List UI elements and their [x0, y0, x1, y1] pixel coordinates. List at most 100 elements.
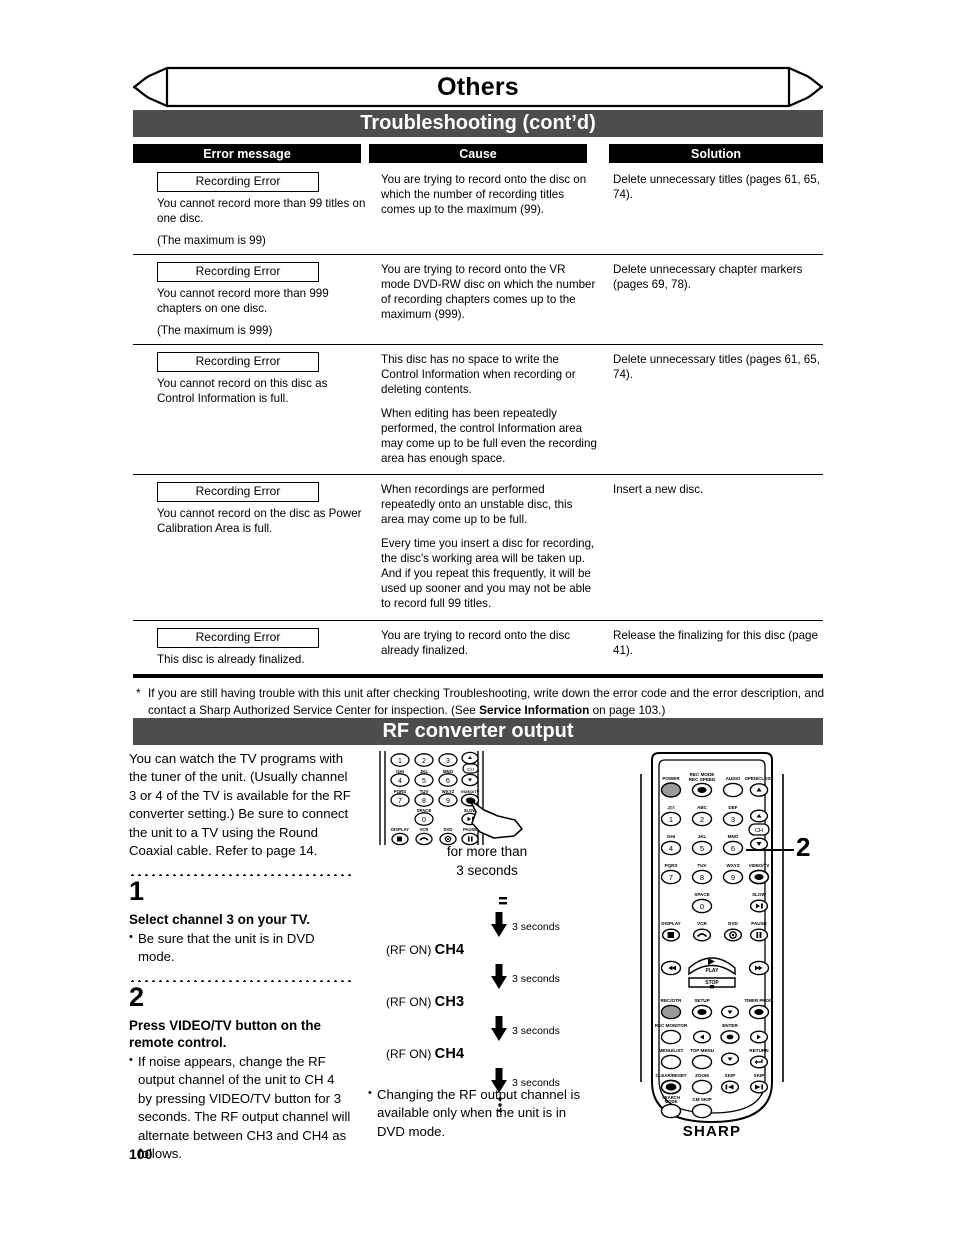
cell-solution: Release the finalizing for this disc (pa… — [613, 628, 825, 658]
cell-error-message: Recording Error You cannot record on this… — [157, 352, 367, 406]
column-header-solution: Solution — [609, 144, 823, 163]
svg-text:VIDEO/TV: VIDEO/TV — [461, 789, 480, 794]
error-message-box: Recording Error — [157, 262, 319, 282]
svg-text:9: 9 — [731, 873, 735, 882]
step-2-number: 2 — [129, 981, 144, 1012]
svg-text:7: 7 — [669, 873, 673, 882]
error-message-box: Recording Error — [157, 628, 319, 648]
step-2-heading: Press VIDEO/TV button on the remote cont… — [129, 1017, 321, 1051]
step-1-heading: Select channel 3 on your TV. — [129, 911, 311, 927]
table-row: Recording Error This disc is already fina… — [133, 621, 823, 673]
cell-error-message: Recording Error You cannot record on the … — [157, 482, 367, 536]
sequence-state-row: (RF ON) CH4 — [372, 1046, 622, 1068]
svg-text:DVD: DVD — [728, 921, 738, 926]
error-message-box: Recording Error — [157, 352, 319, 372]
remote-control-illustration: POWER REC MODE REC SPEED AUDIO OPEN/CLOS… — [638, 752, 818, 1144]
error-description-paragraph: This disc is already finalized. — [157, 653, 305, 666]
error-description-paragraph: You cannot record on this disc as Contro… — [157, 377, 328, 406]
manual-page: Others Troubleshooting (cont’d) Error me… — [0, 0, 954, 1235]
error-description-paragraph: You cannot record on the disc as Power C… — [157, 507, 362, 536]
cause-paragraph: This disc has no space to write the Cont… — [381, 353, 576, 397]
sequence-arrow-row: 3 seconds — [372, 964, 622, 994]
svg-text:4: 4 — [398, 778, 402, 785]
cell-solution: Delete unnecessary titles (pages 61, 65,… — [613, 352, 825, 382]
svg-text:3: 3 — [446, 758, 450, 765]
svg-text:.@/:: .@/: — [667, 805, 676, 810]
svg-text:ENTER: ENTER — [722, 1023, 738, 1028]
error-description-paragraph: (The maximum is 99) — [157, 234, 266, 248]
svg-text:PLAY: PLAY — [706, 968, 720, 974]
dotted-divider-1 — [129, 866, 351, 876]
footnote-text: If you are still having trouble with thi… — [136, 685, 826, 719]
svg-text:MENU/LIST: MENU/LIST — [659, 1048, 684, 1053]
sequence-duration-label: 3 seconds — [512, 921, 560, 933]
solution-paragraph: Delete unnecessary chapter markers (page… — [613, 263, 803, 292]
svg-text:5: 5 — [700, 844, 704, 853]
svg-text:SKIP: SKIP — [754, 1073, 765, 1078]
sequence-top-marker — [372, 897, 622, 912]
cell-error-message: Recording Error You cannot record more th… — [157, 262, 367, 338]
rf-mode-note-text: Changing the RF output channel is availa… — [368, 1086, 594, 1141]
svg-text:7: 7 — [398, 798, 402, 805]
svg-text:SHARP: SHARP — [683, 1123, 742, 1140]
cause-paragraph: When recordings are performed repeatedly… — [381, 483, 573, 527]
table-body: Recording Error You cannot record more th… — [133, 165, 823, 673]
svg-text:4: 4 — [669, 844, 673, 853]
footnote-part2: on page 103.) — [589, 702, 666, 717]
error-message-box: Recording Error — [157, 172, 319, 192]
cause-paragraph: You are trying to record onto the disc a… — [381, 629, 571, 658]
chapter-title: Others — [437, 72, 519, 101]
error-description-paragraph: You cannot record more than 99 titles on… — [157, 197, 366, 226]
rf-instructions-column: You can watch the TV programs with the t… — [129, 750, 351, 1164]
cell-solution: Insert a new disc. — [613, 482, 825, 497]
step-1-number: 1 — [129, 875, 144, 906]
svg-text:9: 9 — [446, 798, 450, 805]
callout-step-2-number: 2 — [796, 832, 811, 862]
solution-paragraph: Delete unnecessary titles (pages 61, 65,… — [613, 353, 820, 382]
error-description: You cannot record more than 99 titles on… — [157, 196, 367, 248]
svg-text:MODE: MODE — [665, 1099, 678, 1104]
svg-text:PQRS: PQRS — [664, 863, 677, 868]
keypad-detail-svg: 1 GHI 2 JKL 3 MNO CH 4 PQRS 5 TUV 6 WXYZ… — [379, 751, 523, 846]
sequence-state-channel: CH4 — [434, 1046, 465, 1062]
svg-text:SPACE: SPACE — [694, 892, 710, 897]
svg-text:2: 2 — [700, 815, 704, 824]
cause-paragraph: When editing has been repeatedly perform… — [381, 407, 597, 466]
svg-text:VIDEO/TV: VIDEO/TV — [749, 863, 770, 868]
rf-mode-note: Changing the RF output channel is availa… — [368, 1086, 594, 1141]
dashed-continuation-icon — [499, 897, 507, 905]
svg-text:CH: CH — [467, 767, 474, 772]
svg-text:CH: CH — [755, 828, 763, 834]
step-1-bullet: Be sure that the unit is in DVD mode. — [129, 930, 351, 967]
solution-paragraph: Insert a new disc. — [613, 483, 704, 496]
svg-text:DVD: DVD — [444, 827, 453, 832]
svg-text:GHI: GHI — [667, 834, 675, 839]
error-description-paragraph: You cannot record more than 999 chapters… — [157, 287, 329, 316]
cell-cause: When recordings are performed repeatedly… — [381, 482, 597, 612]
cell-cause: You are trying to record onto the disc a… — [381, 628, 597, 658]
svg-text:PAUSE: PAUSE — [463, 827, 477, 832]
page-number: 100 — [129, 1146, 153, 1162]
sequence-arrow-row: 3 seconds — [372, 912, 622, 942]
svg-text:5: 5 — [422, 778, 426, 785]
svg-text:SKIP: SKIP — [725, 1073, 736, 1078]
cause-paragraph: You are trying to record onto the disc o… — [381, 173, 587, 217]
svg-text:AUDIO: AUDIO — [726, 776, 741, 781]
error-description: You cannot record more than 999 chapters… — [157, 286, 367, 338]
cell-cause: You are trying to record onto the VR mod… — [381, 262, 597, 322]
sequence-state-label: (RF ON) CH4 — [386, 1046, 464, 1062]
down-arrow-icon — [491, 964, 507, 989]
table-bottom-rule — [133, 674, 823, 678]
sequence-state-prefix: (RF ON) — [386, 1047, 432, 1061]
table-header-row: Error message Cause Solution — [133, 144, 823, 163]
pointing-hand-icon — [466, 798, 523, 839]
sequence-state-prefix: (RF ON) — [386, 995, 432, 1009]
rf-channel-sequence-diagram: 3 seconds (RF ON) CH4 3 seconds (RF ON) CH3… — [372, 897, 622, 1118]
svg-text:CM SKIP: CM SKIP — [692, 1097, 711, 1102]
error-message-box: Recording Error — [157, 482, 319, 502]
sequence-state-label: (RF ON) CH3 — [386, 994, 464, 1010]
cell-error-message: Recording Error You cannot record more th… — [157, 172, 367, 248]
down-arrow-icon — [491, 912, 507, 937]
svg-text:REC/OTR: REC/OTR — [661, 998, 682, 1003]
svg-text:2: 2 — [422, 758, 426, 765]
